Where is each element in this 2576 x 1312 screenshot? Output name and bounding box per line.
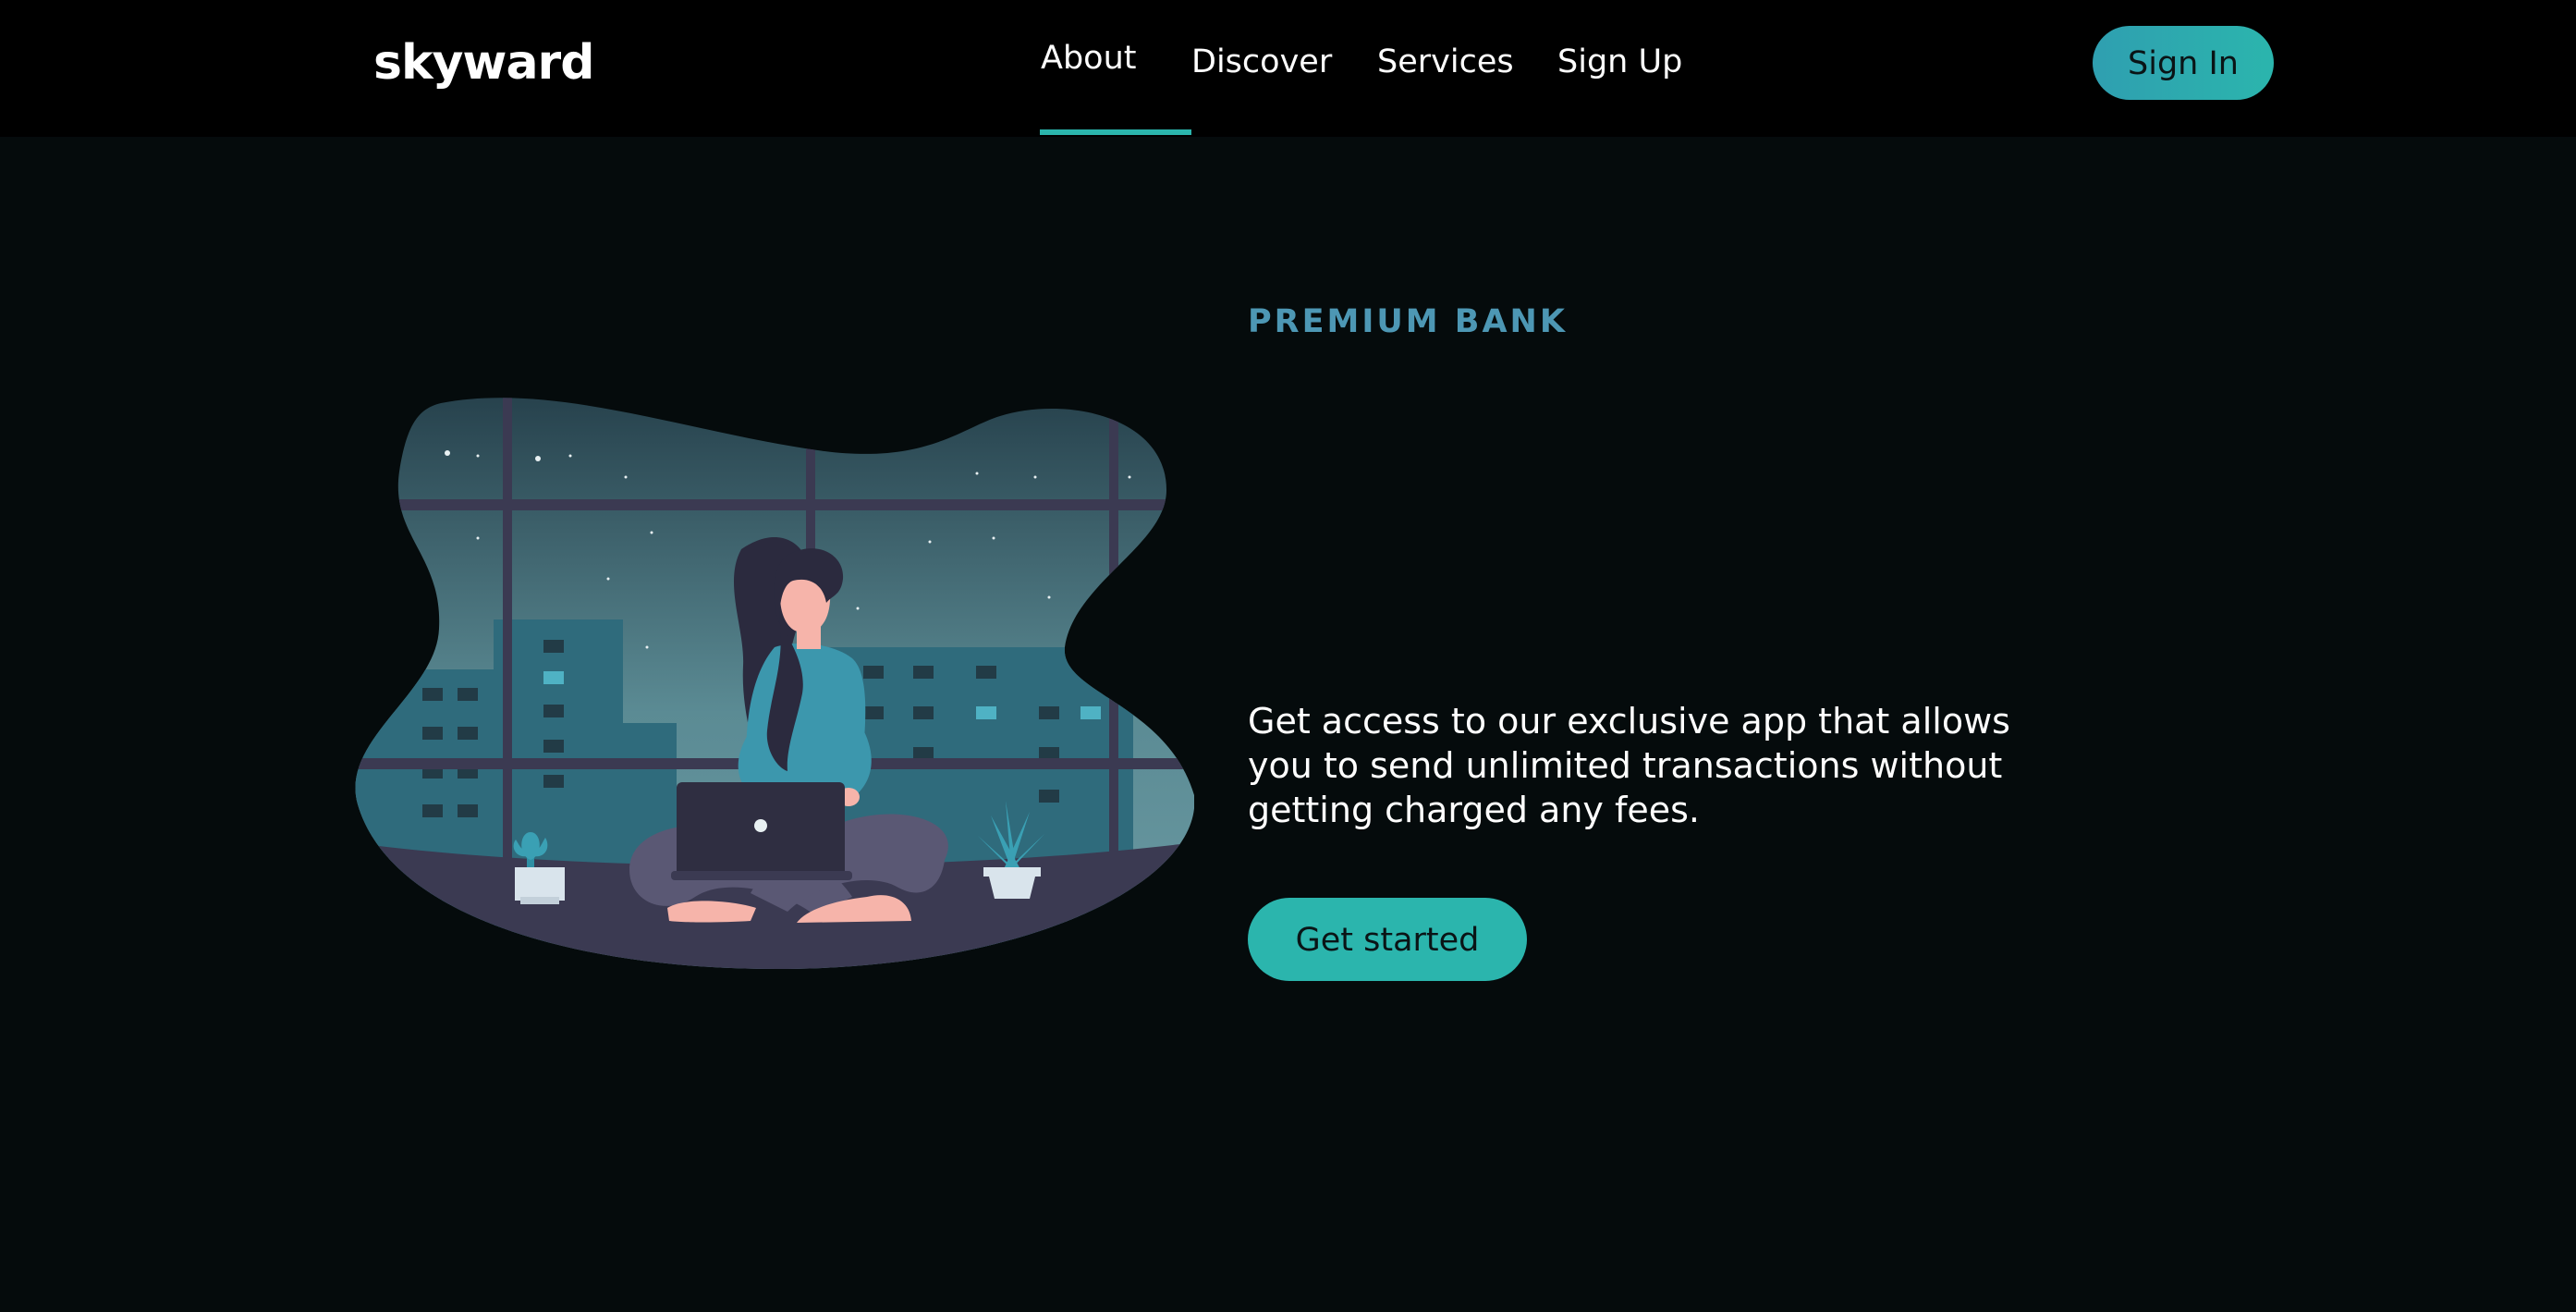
sign-in-button[interactable]: Sign In [2093,26,2274,100]
woman-laptop-illustration [355,398,1194,970]
hero-description: Get access to our exclusive app that all… [1248,701,2010,830]
nav-link-about-label: About [1041,40,1137,77]
hero-eyebrow: PREMIUM BANK [1248,303,1568,340]
top-navbar: skyward About Discover Services Sign Up … [0,0,2576,137]
active-tab-indicator [1040,129,1191,135]
nav-link-discover-label: Discover [1191,43,1333,80]
nav-link-services-label: Services [1377,43,1514,80]
get-started-button[interactable]: Get started [1248,898,1527,981]
brand-logo[interactable]: skyward [373,33,594,92]
laptop [671,782,852,880]
nav-link-sign-up-label: Sign Up [1557,43,1683,80]
